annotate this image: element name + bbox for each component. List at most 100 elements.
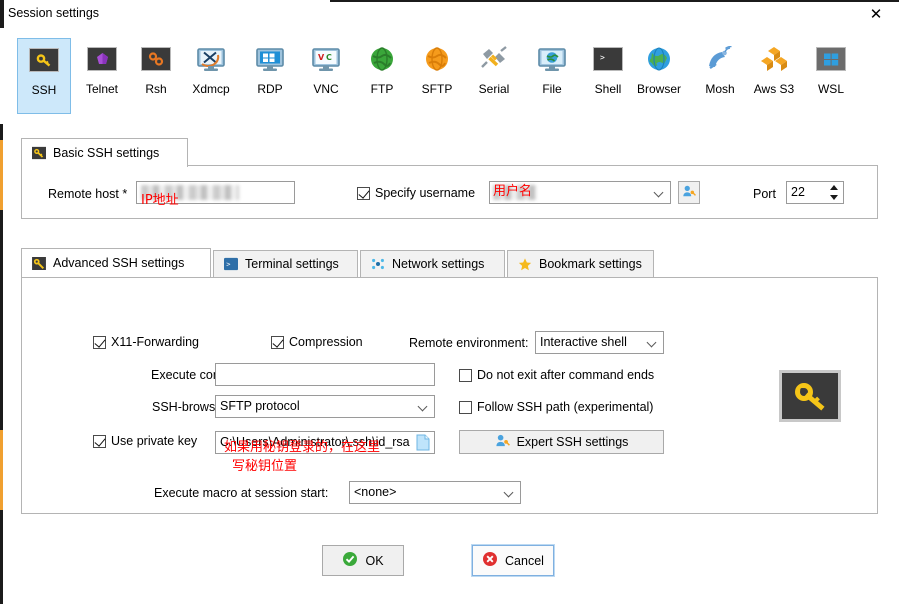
do-not-exit-checkbox-box (459, 368, 472, 382)
tab-label: Advanced SSH settings (53, 256, 185, 270)
window-left-accent-orange-1 (0, 140, 3, 210)
session-type-rsh[interactable]: Rsh (129, 38, 183, 114)
session-type-wsl[interactable]: WSL (804, 38, 858, 114)
session-type-label: Telnet (85, 82, 119, 96)
serial-plug-icon (478, 46, 510, 72)
session-type-ftp[interactable]: FTP (355, 38, 409, 114)
telnet-cube-icon (86, 46, 118, 72)
session-type-browser[interactable]: Browser (632, 38, 686, 114)
follow-ssh-path-checkbox-box (459, 400, 472, 414)
session-type-label: Xdmcp (192, 82, 230, 96)
session-type-label: Rsh (145, 82, 167, 96)
aws-s3-cubes-icon (758, 46, 790, 72)
expert-ssh-settings-label: Expert SSH settings (516, 435, 629, 449)
spinner-down-icon[interactable] (830, 195, 838, 200)
port-label: Port (753, 187, 776, 201)
specify-username-label: Specify username (375, 186, 476, 200)
session-type-label: Mosh (705, 82, 735, 96)
session-type-label: Serial (478, 82, 510, 96)
session-type-aws-s3[interactable]: Aws S3 (747, 38, 801, 114)
specify-username-checkbox[interactable]: Specify username (357, 186, 475, 200)
green-check-icon (342, 551, 358, 570)
execute-command-input[interactable] (215, 363, 435, 386)
private-key-annotation-line-1: 如果用秘钥登录的，在这里 (224, 440, 381, 455)
session-type-label: Shell (594, 82, 622, 96)
close-icon[interactable]: ✕ (853, 0, 899, 28)
ok-button[interactable]: OK (322, 545, 404, 576)
do-not-exit-checkbox[interactable]: Do not exit after command ends (459, 368, 654, 382)
tab-network-settings[interactable]: Network settings (360, 250, 505, 277)
ssh-browser-type-combo[interactable]: SFTP protocol (215, 395, 435, 418)
xdmcp-monitor-icon (195, 46, 227, 72)
advanced-ssh-panel (21, 277, 878, 514)
session-type-telnet[interactable]: Telnet (75, 38, 129, 114)
use-private-key-checkbox[interactable]: Use private key (93, 434, 197, 448)
remote-environment-value: Interactive shell (540, 335, 627, 349)
spinner-up-icon[interactable] (830, 185, 838, 190)
x11-forwarding-checkbox[interactable]: X11-Forwarding (93, 335, 199, 349)
session-type-xdmcp[interactable]: Xdmcp (184, 38, 238, 114)
wsl-windows-icon (815, 46, 847, 72)
chevron-down-icon (419, 402, 428, 411)
session-type-label: SFTP (421, 82, 453, 96)
session-type-sftp[interactable]: SFTP (410, 38, 464, 114)
session-type-label: File (542, 82, 562, 96)
ok-button-label: OK (365, 553, 384, 568)
session-type-rdp[interactable]: RDP (243, 38, 297, 114)
follow-ssh-path-checkbox[interactable]: Follow SSH path (experimental) (459, 400, 653, 414)
remote-environment-combo[interactable]: Interactive shell (535, 331, 664, 354)
session-type-label: Aws S3 (753, 82, 795, 96)
username-annotation: 用户名 (493, 184, 533, 199)
terminal-icon: > (224, 257, 238, 271)
rdp-monitor-icon (254, 46, 286, 72)
session-type-strip: SSH Telnet Rsh Xdmcp RDP V C VNC FTP SFTP Serial Fi… (0, 28, 899, 124)
ssh-browser-type-value: SFTP protocol (220, 399, 300, 413)
session-type-label: SSH (31, 83, 57, 97)
execute-macro-combo[interactable]: <none> (349, 481, 521, 504)
browser-globe-icon (643, 46, 675, 72)
chevron-down-icon (655, 188, 664, 197)
shell-console-icon: > (592, 46, 624, 72)
rsh-gears-icon (140, 46, 172, 72)
svg-text:>: > (226, 261, 230, 269)
session-type-ssh[interactable]: SSH (17, 38, 71, 114)
session-type-vnc[interactable]: V C VNC (299, 38, 353, 114)
file-browse-icon[interactable] (416, 434, 430, 454)
compression-checkbox[interactable]: Compression (271, 335, 363, 349)
tab-advanced-ssh-settings[interactable]: Advanced SSH settings (21, 248, 211, 277)
expert-ssh-settings-button[interactable]: Expert SSH settings (459, 430, 664, 454)
do-not-exit-label: Do not exit after command ends (477, 368, 655, 382)
user-picker-button[interactable] (678, 181, 700, 204)
cancel-button[interactable]: Cancel (471, 544, 555, 577)
tab-basic-ssh-settings[interactable]: Basic SSH settings (21, 138, 188, 167)
svg-text:V: V (318, 53, 325, 62)
session-type-mosh[interactable]: Mosh (693, 38, 747, 114)
session-type-label: WSL (817, 82, 844, 96)
session-type-label: RDP (257, 82, 283, 96)
remote-environment-label: Remote environment: (409, 336, 529, 350)
svg-text:>: > (600, 53, 605, 62)
file-monitor-icon (536, 46, 568, 72)
chevron-down-icon (648, 338, 657, 347)
tab-terminal-settings[interactable]: > Terminal settings (213, 250, 358, 277)
ssh-key-icon (32, 256, 46, 270)
tab-bookmark-settings[interactable]: Bookmark settings (507, 250, 654, 277)
ssh-key-icon (32, 146, 46, 160)
port-spinner[interactable] (827, 182, 841, 203)
tab-basic-ssh-settings-label: Basic SSH settings (53, 146, 160, 160)
private-key-annotation-line-2: 写秘钥位置 (232, 459, 298, 474)
star-icon (518, 257, 532, 271)
session-type-file[interactable]: File (525, 38, 579, 114)
x11-forwarding-checkbox-box (93, 335, 106, 349)
ftp-globe-green-icon (366, 46, 398, 72)
session-type-shell[interactable]: > Shell (581, 38, 635, 114)
x11-forwarding-label: X11-Forwarding (111, 335, 200, 349)
vnc-monitor-icon: VC (310, 46, 342, 72)
use-private-key-checkbox-box (93, 434, 106, 448)
window-left-accent-orange-2 (0, 430, 3, 510)
tab-label: Network settings (392, 257, 485, 271)
ssh-key-large-icon (779, 370, 841, 422)
session-type-label: Browser (636, 82, 681, 96)
remote-host-annotation: IP地址 (141, 193, 179, 208)
session-type-serial[interactable]: Serial (467, 38, 521, 114)
